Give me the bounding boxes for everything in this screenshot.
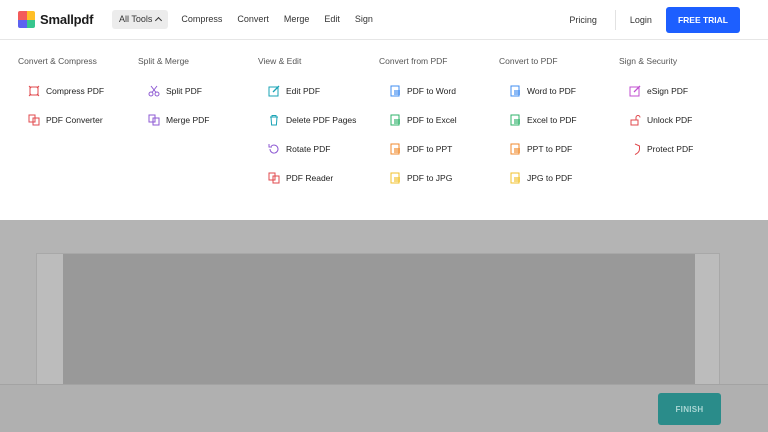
menu-item-label: Rotate PDF [286, 144, 331, 154]
menu-item-compress-pdf[interactable]: Compress PDF [28, 85, 104, 97]
menu-item-label: JPG to PDF [527, 173, 573, 183]
menu-item-label: PDF to Excel [407, 115, 457, 125]
shield-icon [634, 143, 640, 155]
menu-item-pdf-to-ppt[interactable]: PDF to PPT [389, 143, 452, 155]
all-tools-menu: Convert & Compress Compress PDF PDF Conver… [0, 41, 768, 220]
menu-item-esign-pdf[interactable]: eSign PDF [629, 85, 688, 97]
menu-item-label: Edit PDF [286, 86, 321, 96]
menu-item-excel-to-pdf[interactable]: Excel to PDF [509, 114, 577, 126]
chevron-up-icon [155, 16, 163, 25]
menu-item-split-pdf[interactable]: Split PDF [148, 85, 202, 97]
menu-item-rotate-pdf[interactable]: Rotate PDF [268, 143, 330, 155]
nav-right: Pricing Login FREE TRIAL [569, 7, 740, 33]
scissors-icon [148, 85, 160, 97]
document-frame [36, 253, 720, 394]
menu-item-protect-pdf[interactable]: Protect PDF [629, 143, 693, 155]
menu-column-title: Convert to PDF [499, 56, 558, 66]
menu-item-label: eSign PDF [647, 86, 689, 96]
menu-item-label: PDF to PPT [407, 144, 453, 154]
menu-column-title: Split & Merge [138, 56, 190, 66]
word-icon [510, 85, 520, 97]
menu-item-label: Split PDF [166, 86, 202, 96]
menu-item-label: Excel to PDF [527, 115, 577, 125]
menu-item-label: Compress PDF [46, 86, 105, 96]
converter-icon [28, 114, 40, 126]
menu-item-delete-pdf-pages[interactable]: Delete PDF Pages [268, 114, 356, 126]
pricing-link[interactable]: Pricing [569, 15, 597, 25]
ppt-icon [390, 143, 400, 155]
bottom-action-bar: FINISH [0, 384, 768, 432]
main-nav: All Tools Compress Convert Merge Edit Si… [112, 10, 388, 29]
ppt-icon [510, 143, 520, 155]
nav-compress[interactable]: Compress [181, 10, 222, 29]
workspace-overlay: FINISH [0, 220, 768, 432]
document-page [63, 254, 695, 394]
logo-text: Smallpdf [40, 12, 94, 27]
nav-all-tools-label: All Tools [119, 14, 153, 24]
menu-column-title: Sign & Security [619, 56, 678, 66]
nav-divider [614, 10, 616, 30]
trash-icon [270, 115, 278, 126]
menu-item-label: PPT to PDF [527, 144, 573, 154]
nav-sign[interactable]: Sign [355, 10, 373, 29]
menu-item-pdf-converter[interactable]: PDF Converter [28, 114, 103, 126]
menu-item-label: PDF to Word [407, 86, 456, 96]
jpg-icon [510, 172, 520, 184]
word-icon [390, 85, 400, 97]
unlock-icon [630, 115, 641, 126]
smallpdf-logo-icon [18, 11, 35, 28]
excel-icon [510, 114, 520, 126]
menu-column-title: Convert & Compress [18, 56, 97, 66]
menu-item-label: Unlock PDF [647, 115, 693, 125]
menu-item-pdf-to-excel[interactable]: PDF to Excel [389, 114, 457, 126]
reader-icon [268, 172, 280, 184]
menu-item-ppt-to-pdf[interactable]: PPT to PDF [509, 143, 572, 155]
menu-item-label: PDF Reader [286, 173, 334, 183]
menu-item-pdf-reader[interactable]: PDF Reader [268, 172, 333, 184]
rotate-icon [268, 144, 279, 154]
menu-item-label: Merge PDF [166, 115, 210, 125]
menu-item-label: Protect PDF [647, 144, 694, 154]
free-trial-button[interactable]: FREE TRIAL [665, 7, 740, 33]
menu-item-jpg-to-pdf[interactable]: JPG to PDF [509, 172, 572, 184]
menu-item-pdf-to-jpg[interactable]: PDF to JPG [389, 172, 452, 184]
nav-edit[interactable]: Edit [324, 10, 340, 29]
menu-item-pdf-to-word[interactable]: PDF to Word [389, 85, 456, 97]
compress-icon [28, 85, 40, 97]
menu-item-label: Delete PDF Pages [286, 115, 357, 125]
menu-item-label: Word to PDF [527, 86, 576, 96]
menu-item-label: PDF Converter [46, 115, 103, 125]
login-link[interactable]: Login [630, 15, 652, 25]
excel-icon [390, 114, 400, 126]
smallpdf-page: Smallpdf All Tools Compress Convert Merg… [0, 0, 768, 432]
menu-item-edit-pdf[interactable]: Edit PDF [268, 85, 320, 97]
menu-item-word-to-pdf[interactable]: Word to PDF [509, 85, 576, 97]
finish-button[interactable]: FINISH [658, 393, 721, 425]
top-navigation: Smallpdf All Tools Compress Convert Merg… [0, 0, 768, 40]
menu-item-label: PDF to JPG [407, 173, 453, 183]
menu-item-unlock-pdf[interactable]: Unlock PDF [629, 114, 692, 126]
merge-icon [148, 114, 160, 126]
menu-column-title: View & Edit [258, 56, 302, 66]
menu-item-merge-pdf[interactable]: Merge PDF [148, 114, 209, 126]
nav-merge[interactable]: Merge [284, 10, 310, 29]
menu-column-title: Convert from PDF [379, 56, 448, 66]
edit-icon [268, 85, 280, 97]
nav-all-tools[interactable]: All Tools [112, 10, 169, 29]
nav-convert[interactable]: Convert [237, 10, 269, 29]
jpg-icon [390, 172, 400, 184]
logo[interactable]: Smallpdf [18, 11, 93, 28]
esign-icon [629, 85, 641, 97]
